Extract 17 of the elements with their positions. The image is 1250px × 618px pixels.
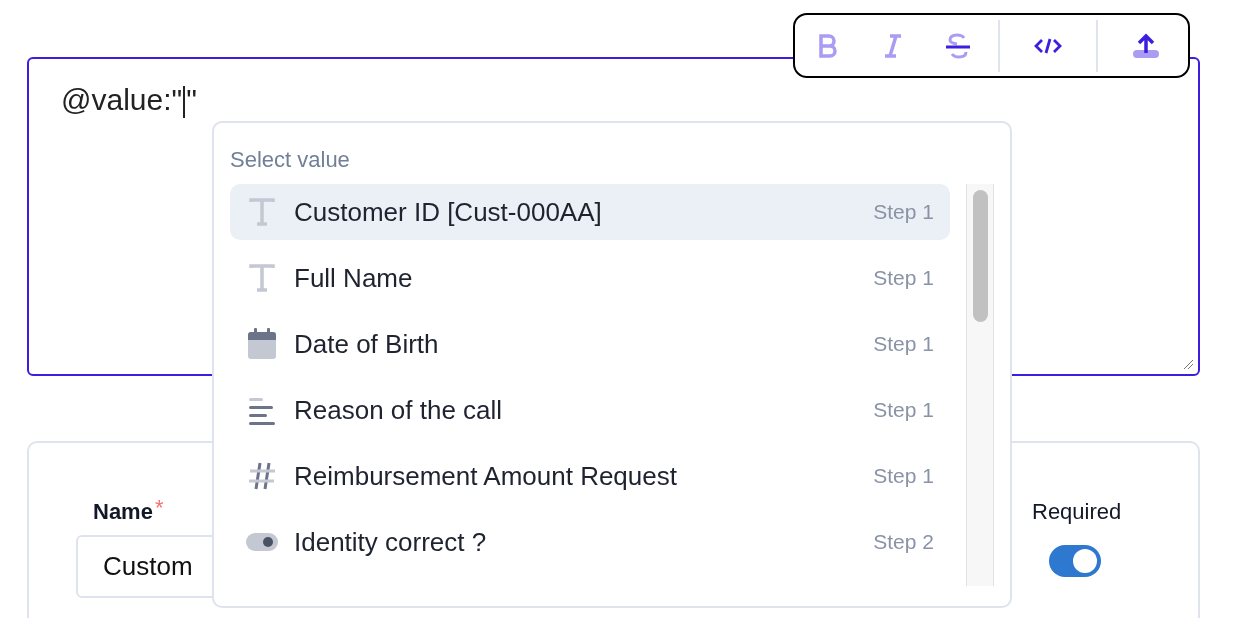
option-label: Customer ID [Cust-000AA] (294, 195, 603, 229)
option-label: Reason of the call (294, 393, 504, 427)
required-asterisk: * (154, 494, 164, 522)
editor-text: @value:"" (61, 77, 197, 122)
step-label: Step 1 (873, 331, 934, 358)
required-label: Required (1032, 498, 1122, 526)
dropdown-heading: Select value (229, 146, 351, 174)
step-label: Step 1 (873, 463, 934, 490)
option-label: Date of Birth (294, 327, 440, 361)
step-label: Step 1 (873, 199, 934, 226)
option-label: Full Name (294, 261, 414, 295)
step-label: Step 2 (873, 529, 934, 556)
step-label: Step 1 (873, 397, 934, 424)
step-label: Step 1 (873, 265, 934, 292)
option-label: Reimbursement Amount Request (294, 459, 678, 493)
name-label: Name (93, 498, 153, 526)
option-label: Identity correct ? (294, 525, 488, 559)
